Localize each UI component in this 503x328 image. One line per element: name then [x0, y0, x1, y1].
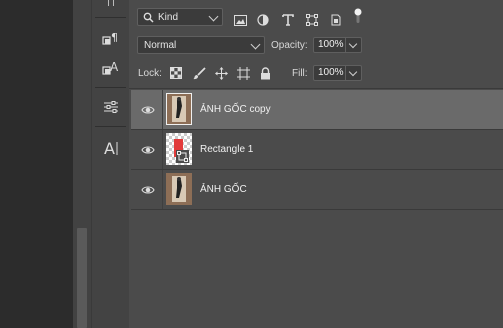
layer-row[interactable]: ẢNH GỐC copy	[131, 90, 503, 130]
filter-kind-label: Kind	[158, 11, 179, 23]
lock-options-bar: Lock: Fill: 100%	[129, 60, 503, 89]
fill-label: Fill:	[292, 68, 308, 79]
layer-thumbnail-photo[interactable]	[166, 173, 192, 205]
lock-all-padlock-icon[interactable]	[258, 66, 272, 80]
filter-kind-select[interactable]: Kind	[137, 8, 223, 26]
opacity-dropdown-button[interactable]	[346, 37, 362, 53]
canvas-area	[0, 0, 73, 328]
opacity-label: Opacity:	[271, 40, 308, 51]
layer-row[interactable]: ẢNH GỐC	[131, 170, 503, 210]
blend-options-bar: Normal Opacity: 100%	[129, 32, 503, 61]
paragraph-styles-icon[interactable]: ¶	[92, 29, 129, 49]
filter-toggle-icon[interactable]	[351, 8, 365, 23]
blend-mode-select[interactable]: Normal	[137, 36, 265, 54]
layer-filter-bar: Kind	[129, 4, 503, 33]
panel-grip-icon[interactable]	[108, 0, 114, 6]
layer-row[interactable]: Rectangle 1	[131, 130, 503, 170]
character-panel-icon[interactable]: A	[92, 138, 129, 158]
opacity-input[interactable]: 100%	[313, 37, 346, 53]
lock-image-pixels-brush-icon[interactable]	[192, 66, 206, 80]
svg-text:A: A	[104, 139, 115, 157]
adjustment-layer-filter-icon[interactable]	[256, 14, 270, 26]
properties-sliders-icon[interactable]	[92, 97, 129, 117]
lock-artboard-icon[interactable]	[236, 66, 250, 80]
layer-name: ẢNH GỐC copy	[200, 104, 271, 115]
character-styles-icon[interactable]: A	[92, 58, 129, 78]
layer-thumbnail-photo[interactable]	[166, 93, 192, 125]
visibility-eye-icon[interactable]	[141, 183, 155, 197]
lock-position-move-icon[interactable]	[214, 66, 228, 80]
lock-label: Lock:	[138, 68, 162, 79]
search-icon	[143, 12, 154, 23]
fill-input[interactable]: 100%	[313, 65, 346, 81]
pixel-layer-filter-icon[interactable]	[233, 14, 247, 26]
lock-transparent-pixels-icon[interactable]	[169, 66, 183, 80]
layer-thumbnail-shape[interactable]	[166, 133, 192, 165]
visibility-eye-icon[interactable]	[141, 103, 155, 117]
layer-name: ẢNH GỐC	[200, 184, 247, 195]
visibility-eye-icon[interactable]	[141, 143, 155, 157]
type-layer-filter-icon[interactable]	[281, 14, 295, 26]
shape-layer-filter-icon[interactable]	[305, 14, 319, 26]
fill-dropdown-button[interactable]	[346, 65, 362, 81]
shape-layer-badge-icon	[176, 150, 189, 163]
layers-panel: Kind Normal Opacity: 100% Lock: Fill: 10…	[129, 0, 503, 328]
layer-name: Rectangle 1	[200, 144, 254, 155]
blend-mode-value: Normal	[144, 39, 177, 51]
svg-text:A: A	[110, 60, 119, 74]
smart-object-filter-icon[interactable]	[329, 14, 343, 26]
panel-icon-strip: ¶ A A	[91, 0, 130, 328]
scrollbar-thumb[interactable]	[77, 228, 87, 328]
svg-text:¶: ¶	[111, 31, 118, 44]
